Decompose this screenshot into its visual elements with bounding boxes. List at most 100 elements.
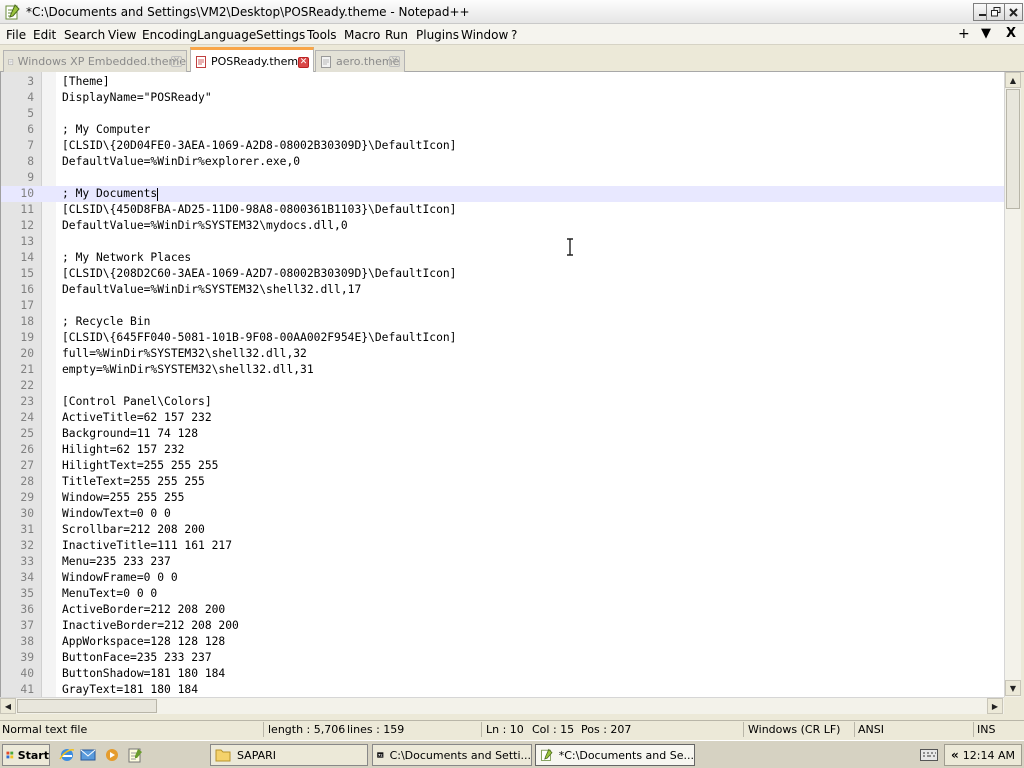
tray-expand-icon[interactable]: « [951,748,959,762]
editor-line[interactable]: 11 [CLSID\{450D8FBA-AD25-11D0-98A8-080036… [1,202,1004,218]
editor-line[interactable]: 19 [CLSID\{645FF040-5081-101B-9F08-00AA00… [1,330,1004,346]
editor-line[interactable]: 36 ActiveBorder=212 208 200 [1,602,1004,618]
editor-line[interactable]: 17 [1,298,1004,314]
outlook-express-icon[interactable] [80,747,96,763]
menu-help[interactable]: ? [511,28,517,42]
line-text[interactable]: ActiveBorder=212 208 200 [62,602,225,618]
editor-line[interactable]: 4 DisplayName="POSReady" [1,90,1004,106]
menu-file[interactable]: File [6,28,26,42]
line-text[interactable]: TitleText=255 255 255 [62,474,205,490]
line-text[interactable]: HilightText=255 255 255 [62,458,218,474]
line-text[interactable]: Hilight=62 157 232 [62,442,184,458]
editor-line[interactable]: 31 Scrollbar=212 208 200 [1,522,1004,538]
keyboard-icon[interactable] [920,748,938,762]
line-text[interactable]: [CLSID\{645FF040-5081-101B-9F08-00AA002F… [62,330,456,346]
editor-line[interactable]: 24 ActiveTitle=62 157 232 [1,410,1004,426]
editor-line[interactable]: 39 ButtonFace=235 233 237 [1,650,1004,666]
horizontal-scrollbar[interactable]: ◀ ▶ [0,697,1004,714]
vertical-scrollbar[interactable]: ▲ ▼ [1004,72,1021,697]
editor-line[interactable]: 28 TitleText=255 255 255 [1,474,1004,490]
tab-aero[interactable]: aero.theme ✕ [315,50,405,72]
taskbar-button-7zip[interactable]: 7z C:\Documents and Setti... [372,744,532,766]
editor-line[interactable]: 38 AppWorkspace=128 128 128 [1,634,1004,650]
taskbar-button-notepadpp[interactable]: *C:\Documents and Se... [535,744,695,766]
close-button[interactable] [1004,3,1023,21]
line-text[interactable]: [CLSID\{450D8FBA-AD25-11D0-98A8-0800361B… [62,202,456,218]
restore-button[interactable] [986,3,1005,21]
tab-list-dropdown[interactable]: ▼ [981,26,991,41]
start-button[interactable]: Start [2,744,50,766]
scroll-up-button[interactable]: ▲ [1005,72,1021,88]
menu-macro[interactable]: Macro [344,28,380,42]
tab-close-icon[interactable]: ✕ [389,56,400,67]
scroll-down-button[interactable]: ▼ [1005,680,1021,696]
scroll-left-button[interactable]: ◀ [0,698,16,714]
editor-line[interactable]: 40 ButtonShadow=181 180 184 [1,666,1004,682]
editor-line[interactable]: 12 DefaultValue=%WinDir%SYSTEM32\mydocs.d… [1,218,1004,234]
line-text[interactable]: ActiveTitle=62 157 232 [62,410,212,426]
editor-line[interactable]: 29 Window=255 255 255 [1,490,1004,506]
editor-line[interactable]: 41 GrayText=181 180 184 [1,682,1004,697]
line-text[interactable]: InactiveTitle=111 161 217 [62,538,232,554]
editor-line[interactable]: 6 ; My Computer [1,122,1004,138]
line-text[interactable]: ButtonShadow=181 180 184 [62,666,225,682]
line-text[interactable]: [CLSID\{20D04FE0-3AEA-1069-A2D8-08002B30… [62,138,456,154]
editor-line[interactable]: 25 Background=11 74 128 [1,426,1004,442]
editor-line[interactable]: 18 ; Recycle Bin [1,314,1004,330]
menu-encoding[interactable]: Encoding [142,28,197,42]
menu-view[interactable]: View [108,28,136,42]
line-text[interactable]: [CLSID\{208D2C60-3AEA-1069-A2D7-08002B30… [62,266,456,282]
line-text[interactable]: [Control Panel\Colors] [62,394,212,410]
close-document-button[interactable]: X [1006,26,1016,41]
editor-line[interactable]: 13 [1,234,1004,250]
line-text[interactable]: DisplayName="POSReady" [62,90,212,106]
vertical-scroll-thumb[interactable] [1006,89,1020,209]
editor-line[interactable]: 15 [CLSID\{208D2C60-3AEA-1069-A2D7-08002B… [1,266,1004,282]
editor-line[interactable]: 7 [CLSID\{20D04FE0-3AEA-1069-A2D8-08002B3… [1,138,1004,154]
editor-line[interactable]: 9 [1,170,1004,186]
editor-line[interactable]: 21 empty=%WinDir%SYSTEM32\shell32.dll,31 [1,362,1004,378]
menu-language[interactable]: Language [197,28,256,42]
editor-line[interactable]: 22 [1,378,1004,394]
line-text[interactable]: ; My Computer [62,122,150,138]
editor-line[interactable]: 32 InactiveTitle=111 161 217 [1,538,1004,554]
line-text[interactable]: ButtonFace=235 233 237 [62,650,212,666]
tab-close-icon[interactable]: ✕ [171,56,182,67]
menu-edit[interactable]: Edit [33,28,56,42]
notepad-icon[interactable] [127,747,143,763]
line-text[interactable]: ; Recycle Bin [62,314,150,330]
editor-line[interactable]: 8 DefaultValue=%WinDir%explorer.exe,0 [1,154,1004,170]
editor-line[interactable]: 26 Hilight=62 157 232 [1,442,1004,458]
status-eol[interactable]: Windows (CR LF) [748,723,840,736]
line-text[interactable]: WindowFrame=0 0 0 [62,570,178,586]
editor-line[interactable]: 23 [Control Panel\Colors] [1,394,1004,410]
line-text[interactable]: Menu=235 233 237 [62,554,171,570]
horizontal-scroll-thumb[interactable] [17,699,157,713]
line-text[interactable]: WindowText=0 0 0 [62,506,171,522]
internet-explorer-icon[interactable] [59,747,75,763]
menu-settings[interactable]: Settings [256,28,305,42]
status-insert-mode[interactable]: INS [977,723,995,736]
menu-plugins[interactable]: Plugins [416,28,459,42]
text-editor[interactable]: 3 [Theme] 4 DisplayName="POSReady" 5 6 ; My Co… [0,72,1004,697]
line-text[interactable]: DefaultValue=%WinDir%SYSTEM32\shell32.dl… [62,282,361,298]
line-text[interactable]: Scrollbar=212 208 200 [62,522,205,538]
editor-line[interactable]: 16 DefaultValue=%WinDir%SYSTEM32\shell32.… [1,282,1004,298]
line-text[interactable]: Background=11 74 128 [62,426,198,442]
line-text[interactable]: DefaultValue=%WinDir%SYSTEM32\mydocs.dll… [62,218,348,234]
editor-line[interactable]: 30 WindowText=0 0 0 [1,506,1004,522]
editor-line[interactable]: 35 MenuText=0 0 0 [1,586,1004,602]
line-text[interactable]: Window=255 255 255 [62,490,184,506]
status-encoding[interactable]: ANSI [858,723,884,736]
line-text[interactable]: DefaultValue=%WinDir%explorer.exe,0 [62,154,300,170]
menu-window[interactable]: Window [461,28,508,42]
line-text[interactable]: GrayText=181 180 184 [62,682,198,697]
line-text[interactable]: AppWorkspace=128 128 128 [62,634,225,650]
line-text[interactable]: ; My Network Places [62,250,191,266]
line-text[interactable]: ; My Documents [62,186,159,202]
media-player-icon[interactable] [104,747,120,763]
line-text[interactable]: [Theme] [62,74,110,90]
menu-tools[interactable]: Tools [307,28,337,42]
tab-close-icon[interactable]: ✕ [298,57,309,68]
scroll-right-button[interactable]: ▶ [987,698,1003,714]
